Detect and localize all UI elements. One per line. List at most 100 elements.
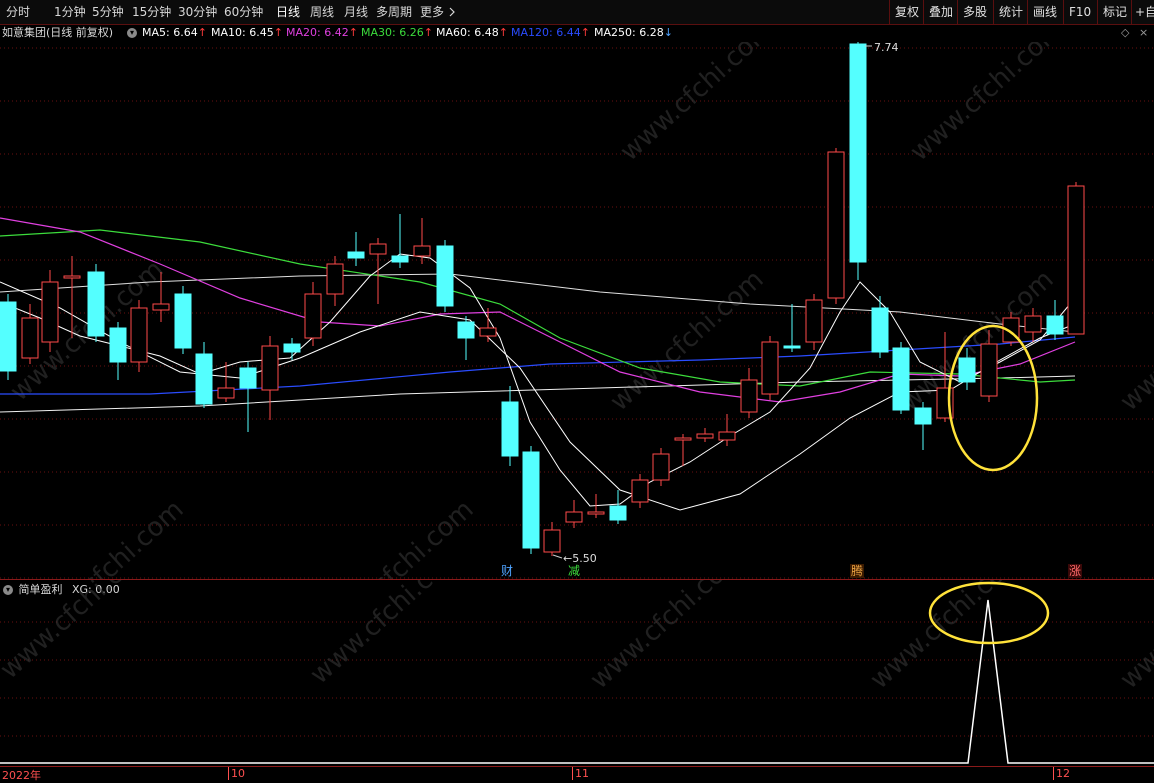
multi-stock-button[interactable]: 多股 [957,0,992,24]
arrow-up-icon: ↑ [580,26,590,39]
add-custom-button[interactable]: +自 [1131,0,1154,24]
ma-toggle-icon[interactable]: ▾ [127,25,137,40]
marker-finance[interactable]: 财 [501,564,513,578]
candlestick [174,286,192,354]
candlestick [783,304,801,352]
x-tick-10: 10 [228,767,245,780]
period-tab-weekly[interactable]: 周线 [310,3,334,20]
ma20-legend: MA20: 6.42↑ [286,25,358,40]
candlestick [391,214,409,268]
candlestick [849,42,867,280]
f10-button[interactable]: F10 [1063,0,1096,24]
watermark-text: www.cfchi.com [0,580,160,685]
marker-reduce[interactable]: 减 [568,564,580,578]
candlestick [261,336,279,420]
period-toolbar: 分时 1分钟 5分钟 15分钟 30分钟 60分钟 日线 周线 月线 多周期 更… [0,0,1154,25]
candlestick [87,264,105,342]
ma120-label: MA120: 6.44 [511,26,581,39]
price-gridlines [0,47,1154,579]
candlestick [369,238,387,304]
candlestick [347,232,365,266]
watermark-text: www.cfchi.com [1115,264,1154,417]
period-tab-1min[interactable]: 1分钟 [54,3,86,20]
ma30-label: MA30: 6.26 [361,26,424,39]
statistics-button[interactable]: 统计 [993,0,1028,24]
indicator-chart[interactable]: www.cfchi.com www.cfchi.com www.cfchi.com w… [0,580,1154,766]
watermark-text: www.cfchi.com [305,580,470,690]
candlestick [631,474,649,508]
diamond-icon[interactable]: ◇ [1121,25,1129,40]
candlestick [652,448,670,486]
x-tick-11: 11 [572,767,589,780]
candlesticks [0,42,1085,556]
ma5-legend: MA5: 6.64↑ [142,25,207,40]
close-icon[interactable]: × [1139,25,1148,40]
watermark-text: www.cfchi.com [25,494,190,579]
candlestick [674,434,692,466]
period-tab-60min[interactable]: 60分钟 [224,3,263,20]
period-tab-multi[interactable]: 多周期 [376,3,412,20]
candlestick [871,296,889,358]
period-tab-daily[interactable]: 日线 [276,3,300,20]
watermark-layer-indicator: www.cfchi.com www.cfchi.com www.cfchi.com w… [0,580,1154,695]
candlestick [609,490,627,524]
ma120-legend: MA120: 6.44↑ [511,25,590,40]
candlestick [805,294,823,350]
period-tab-15min[interactable]: 15分钟 [132,3,171,20]
candlestick [413,218,431,264]
arrow-down-icon: ↓ [663,26,673,39]
x-tick-12: 12 [1053,767,1070,780]
ma30-legend: MA30: 6.26↑ [361,25,433,40]
period-tab-more[interactable]: 更多 [420,3,456,20]
arrow-up-icon: ↑ [197,26,207,39]
more-label: 更多 [420,5,445,19]
mark-button[interactable]: 标记 [1097,0,1132,24]
watermark-text: www.cfchi.com [865,580,1030,695]
candlestick [41,270,59,352]
candlestick [761,336,779,400]
candlestick [914,402,932,450]
x-tick-2022: 2022年 [2,769,41,782]
candlestick [827,148,845,304]
watermark-text: www.cfchi.com [315,494,480,579]
ma5-label: MA5: 6.64 [142,26,198,39]
period-tab-monthly[interactable]: 月线 [344,3,368,20]
chevron-right-icon [449,7,455,17]
ma60-legend: MA60: 6.48↑ [436,25,508,40]
marker-teng[interactable]: 腾 [851,563,863,578]
event-markers: 财 减 腾 涨 [501,563,1082,578]
candlestick [696,428,714,442]
candlestick [740,368,758,418]
candlestick [457,316,475,360]
marker-limit-up[interactable]: 涨 [1069,563,1081,578]
adjust-button[interactable]: 复权 [889,0,924,24]
candlestick [130,300,148,372]
period-tab-30min[interactable]: 30分钟 [178,3,217,20]
period-tab-5min[interactable]: 5分钟 [92,3,124,20]
indicator-gridlines [0,621,1154,737]
ma-legend: 如意集团(日线 前复权) ▾ MA5: 6.64↑ MA10: 6.45↑ MA… [0,25,1154,41]
candlestick [195,342,213,408]
watermark-text: www.cfchi.com [905,42,1070,167]
ma20-label: MA20: 6.42 [286,26,349,39]
candlestick [326,256,344,306]
candlestick [283,338,301,360]
arrow-up-icon: ↑ [423,26,433,39]
overlay-button[interactable]: 叠加 [923,0,958,24]
high-annotation: 7.74 [865,42,899,54]
xg-signal-line [0,599,1154,764]
candlestick [239,362,257,432]
kline-chart[interactable]: www.cfchi.com www.cfchi.com www.cfchi.com w… [0,42,1154,579]
ma250-label: MA250: 6.28 [594,26,664,39]
watermark-text: www.cfchi.com [1115,580,1154,695]
candlestick [109,322,127,380]
ma10-legend: MA10: 6.45↑ [211,25,283,40]
watermark-text: www.cfchi.com [585,580,750,695]
period-tab-intraday[interactable]: 分时 [6,3,30,20]
x-axis: 2022年 10 11 12 [0,766,1154,782]
candlestick [543,522,561,556]
arrow-up-icon: ↑ [348,26,358,39]
ma10-label: MA10: 6.45 [211,26,274,39]
draw-line-button[interactable]: 画线 [1027,0,1062,24]
candlestick [501,386,519,466]
